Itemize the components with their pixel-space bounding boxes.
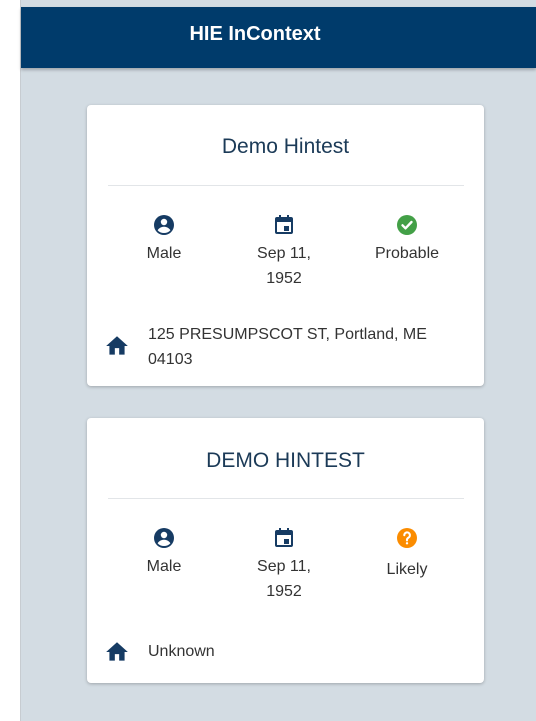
account-circle-icon bbox=[154, 215, 174, 235]
address-value: 125 PRESUMPSCOT ST, Portland, ME 04103 bbox=[148, 326, 427, 368]
match-value: Likely bbox=[386, 561, 428, 578]
patient-name: DEMO HINTEST bbox=[206, 449, 365, 472]
dob-value: Sep 11, 1952 bbox=[257, 245, 311, 287]
card-divider bbox=[108, 185, 464, 186]
calendar-icon bbox=[275, 528, 293, 547]
account-circle-icon bbox=[154, 528, 174, 548]
gender-value: Male bbox=[146, 558, 182, 575]
dob-value: Sep 11, 1952 bbox=[257, 558, 311, 600]
address-value: Unknown bbox=[148, 643, 215, 660]
help-circle-icon bbox=[397, 528, 417, 548]
patient-name: Demo Hintest bbox=[221, 135, 350, 158]
match-field: Likely bbox=[357, 526, 457, 582]
app-title: HIE InContext bbox=[189, 23, 321, 45]
home-icon bbox=[106, 642, 128, 661]
match-field: Probable bbox=[357, 213, 457, 266]
gender-value: Male bbox=[146, 245, 182, 262]
dob-field: Sep 11, 1952 bbox=[234, 213, 334, 291]
home-icon bbox=[106, 336, 128, 355]
left-panel-edge bbox=[0, 0, 21, 721]
app-frame: HIE InContext Demo Hintest Male Sep 11, … bbox=[21, 0, 536, 721]
calendar-icon bbox=[275, 215, 293, 234]
patient-card[interactable]: DEMO HINTEST Male Sep 11, 1952 Likely Un… bbox=[87, 418, 484, 683]
gender-field: Male bbox=[114, 213, 214, 266]
gender-field: Male bbox=[114, 526, 214, 579]
dob-field: Sep 11, 1952 bbox=[234, 526, 334, 604]
patient-card[interactable]: Demo Hintest Male Sep 11, 1952 Probable … bbox=[87, 105, 484, 386]
match-value: Probable bbox=[374, 245, 440, 262]
check-circle-icon bbox=[397, 215, 417, 235]
app-header: HIE InContext bbox=[21, 7, 536, 68]
card-divider bbox=[108, 498, 464, 499]
